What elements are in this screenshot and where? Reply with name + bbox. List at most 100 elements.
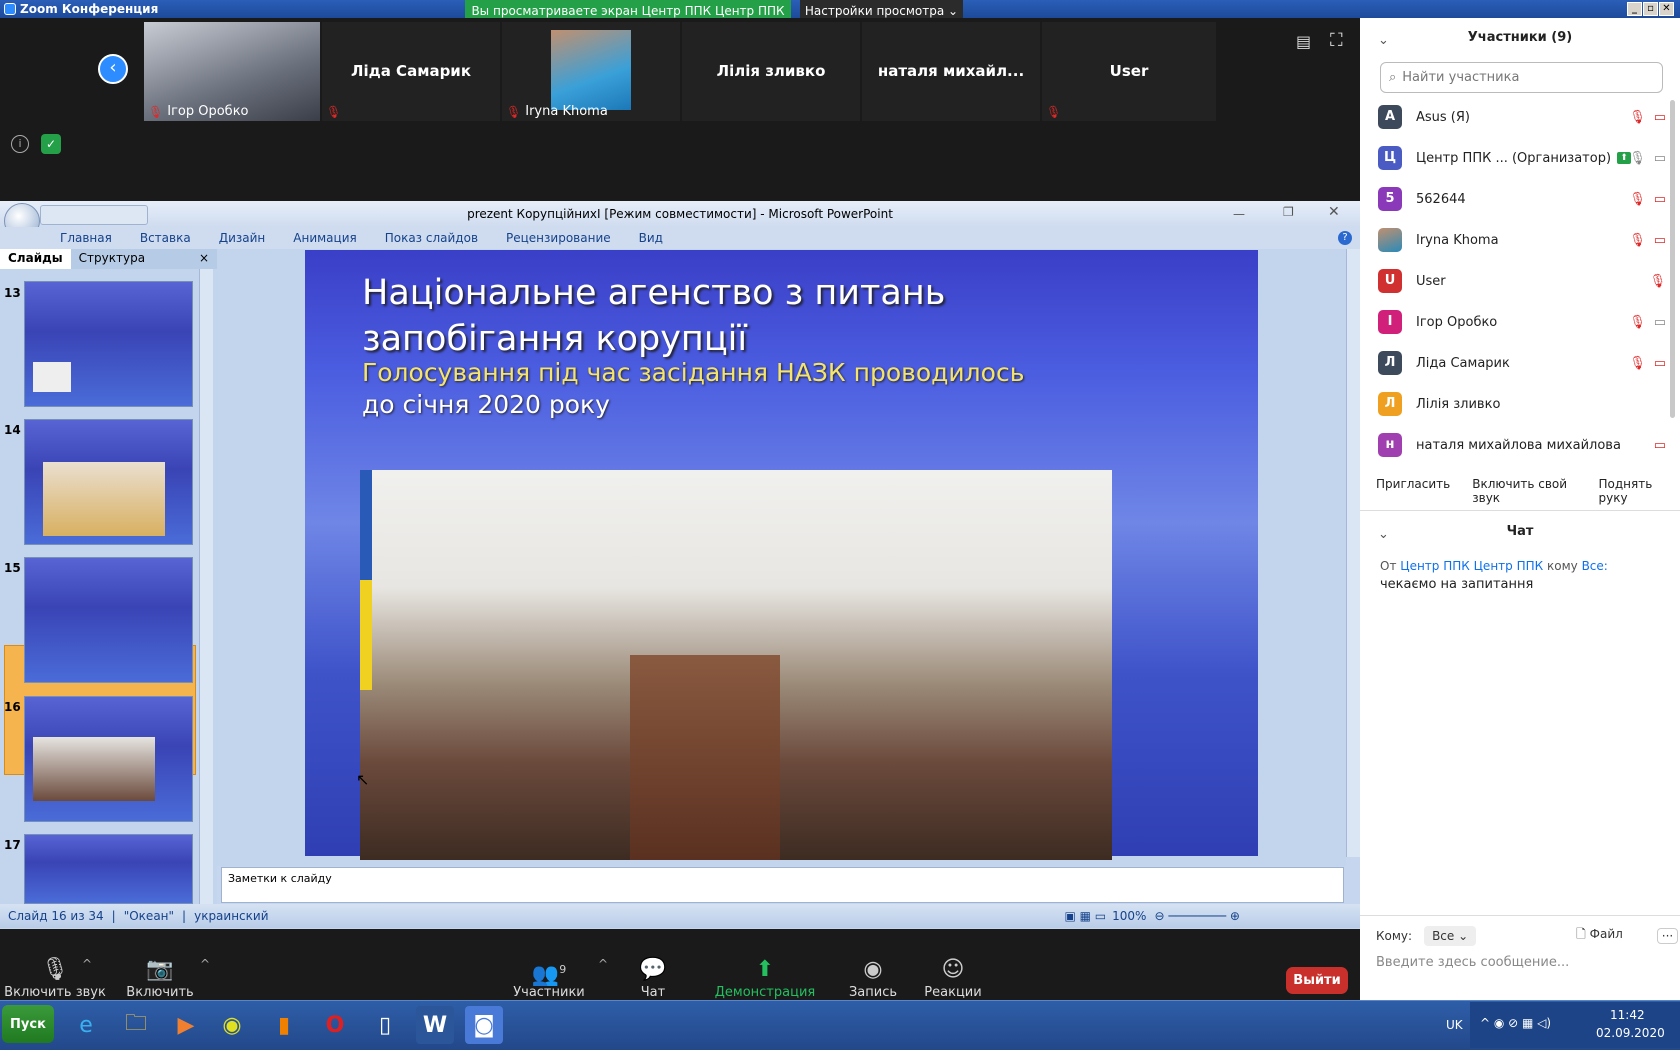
menu-review[interactable]: Рецензирование xyxy=(506,231,611,245)
participant-search-input[interactable]: ⌕ Найти участника xyxy=(1380,62,1663,93)
file-icon[interactable]: ▯ xyxy=(366,1006,404,1044)
tray-icons[interactable]: ^ ◉ ⊘ ▦ ◁) xyxy=(1480,1016,1551,1030)
participant-row[interactable]: Л Лілія зливко xyxy=(1378,388,1668,420)
chat-sender[interactable]: Центр ППК Центр ППК xyxy=(1400,559,1543,573)
video-tile[interactable]: Ліда Самарик 🎙 xyxy=(322,22,500,121)
video-tile[interactable]: 🎙 Ігор Оробко xyxy=(144,22,320,121)
lang-indicator[interactable]: UK xyxy=(1446,1018,1463,1032)
video-tile[interactable]: 🎙 Iryna Khoma xyxy=(502,22,680,121)
tab-slides[interactable]: Слайды xyxy=(0,249,71,269)
participant-row[interactable]: І Ігор Оробко 🎙 ▭ xyxy=(1378,306,1668,338)
tab-outline[interactable]: Структура xyxy=(71,249,153,269)
chrome-icon[interactable]: ◉ xyxy=(213,1006,251,1044)
mic-muted-icon: 🎙 xyxy=(1629,191,1646,207)
minimize-button[interactable]: _ xyxy=(1627,2,1642,16)
menu-animation[interactable]: Анимация xyxy=(293,231,356,245)
chat-button[interactable]: 💬 Чат xyxy=(598,955,708,1000)
chevron-up-icon[interactable]: ^ xyxy=(82,957,92,971)
zoom-slider[interactable]: ⊖ ──────── ⊕ xyxy=(1154,909,1240,923)
participants-scrollbar[interactable] xyxy=(1670,100,1675,418)
menu-view[interactable]: Вид xyxy=(639,231,663,245)
view-buttons[interactable]: ▣ ▦ ▭ xyxy=(1064,909,1106,923)
participant-row[interactable]: U User 🎙 xyxy=(1378,265,1668,297)
gallery-layout-icon[interactable]: ▤ xyxy=(1296,32,1311,51)
word-icon[interactable]: W xyxy=(416,1006,454,1044)
language: украинский xyxy=(194,909,269,923)
ppt-restore-button[interactable]: ❐ xyxy=(1283,205,1294,219)
video-tile[interactable]: Лілія зливко xyxy=(682,22,860,121)
slide-thumbnail[interactable] xyxy=(24,419,193,545)
participant-name: наталя михайлова михайлова xyxy=(1416,437,1621,453)
avatar xyxy=(1378,228,1402,252)
participant-row[interactable]: 5 562644 🎙 ▭ xyxy=(1378,183,1668,215)
to-prefix: кому xyxy=(1546,559,1578,573)
unmute-self-button[interactable]: Включить свой звук xyxy=(1466,475,1582,505)
panel-tabs: Слайды Структура × xyxy=(0,249,217,269)
ppt-close-button[interactable]: ✕ xyxy=(1328,204,1340,220)
ie-icon[interactable]: e xyxy=(67,1006,105,1044)
mic-muted-icon: 🎙 xyxy=(326,105,342,119)
prev-page-button[interactable]: ‹ xyxy=(98,54,128,84)
mic-muted-icon: 🎙 xyxy=(1629,314,1646,330)
app-icon[interactable]: ▮ xyxy=(265,1006,303,1044)
slide-number: 14 xyxy=(4,423,21,437)
tile-label: 🎙 xyxy=(326,105,341,119)
quick-access-toolbar[interactable] xyxy=(40,205,148,225)
menu-home[interactable]: Главная xyxy=(60,231,112,245)
participant-name: User xyxy=(1416,273,1446,289)
chevron-up-icon[interactable]: ^ xyxy=(200,957,210,971)
leave-button[interactable]: Выйти xyxy=(1286,967,1348,994)
close-icon[interactable]: × xyxy=(191,249,217,269)
recipient-select[interactable]: Все ⌄ xyxy=(1424,925,1477,946)
file-button[interactable]: 🗋 Файл xyxy=(1576,925,1623,946)
slide-thumbnail[interactable] xyxy=(24,557,193,683)
slide-thumbnail[interactable] xyxy=(24,281,193,407)
menu-insert[interactable]: Вставка xyxy=(140,231,191,245)
slide-scrollbar[interactable] xyxy=(1346,249,1360,857)
fullscreen-icon[interactable]: ⛶ xyxy=(1330,30,1343,51)
divider xyxy=(1360,510,1680,511)
reactions-button[interactable]: ☺ Реакции xyxy=(898,955,1008,1000)
slide-thumbnail[interactable] xyxy=(24,696,193,822)
participant-row[interactable]: A Asus (Я) 🎙 ▭ xyxy=(1378,101,1668,133)
participants-header: Участники (9) xyxy=(1467,30,1573,45)
shield-icon[interactable]: ✓ xyxy=(41,134,61,154)
participant-row[interactable]: н наталя михайлова михайлова ▭ xyxy=(1378,429,1668,461)
mic-muted-icon: 🎙 xyxy=(1046,105,1062,119)
menu-design[interactable]: Дизайн xyxy=(219,231,266,245)
participant-status: 🎙 ▭ xyxy=(1629,192,1666,207)
search-placeholder: Найти участника xyxy=(1402,70,1520,85)
participants-button[interactable]: 👥9 Участники xyxy=(494,955,604,1000)
participant-row[interactable]: Л Ліда Самарик 🎙 ▭ xyxy=(1378,347,1668,379)
chat-recipient-row: Кому: Все ⌄ 🗋 Файл ··· xyxy=(1376,925,1679,946)
video-tile[interactable]: наталя михайл... xyxy=(862,22,1040,121)
media-player-icon[interactable]: ▶ xyxy=(167,1006,205,1044)
participant-row[interactable]: Ц Центр ППК ... (Организатор) ⬆ 🎙 ▭ xyxy=(1378,142,1668,174)
zoom-level: 100% xyxy=(1112,909,1147,923)
participant-row[interactable]: Iryna Khoma 🎙 ▭ xyxy=(1378,224,1668,256)
participants-label: Участники xyxy=(513,985,585,1000)
participant-actions: Пригласить Включить свой звук Поднять ру… xyxy=(1370,475,1676,505)
ppt-minimize-button[interactable]: — xyxy=(1233,207,1245,221)
menu-slideshow[interactable]: Показ слайдов xyxy=(385,231,478,245)
video-tile[interactable]: User 🎙 xyxy=(1042,22,1216,121)
invite-button[interactable]: Пригласить xyxy=(1370,475,1456,497)
panel-scrollbar[interactable] xyxy=(199,269,213,909)
close-button[interactable]: ✕ xyxy=(1659,2,1674,16)
folder-icon[interactable]: 🗀 xyxy=(117,1006,155,1044)
raise-hand-button[interactable]: Поднять руку xyxy=(1593,475,1676,505)
unmute-button[interactable]: 🎙 Включить звук xyxy=(0,955,110,1000)
more-icon[interactable]: ··· xyxy=(1656,927,1679,944)
avatar: Ц xyxy=(1378,146,1402,170)
help-icon[interactable]: ? xyxy=(1338,231,1352,245)
maximize-button[interactable]: ▫ xyxy=(1643,2,1658,16)
slide-thumbnail[interactable] xyxy=(24,834,193,904)
zoom-icon[interactable]: ◙ xyxy=(465,1006,503,1044)
notes-field[interactable]: Заметки к слайду xyxy=(221,867,1344,903)
opera-icon[interactable]: O xyxy=(316,1006,354,1044)
avatar: U xyxy=(1378,269,1402,293)
chat-input[interactable]: Введите здесь сообщение... xyxy=(1376,955,1569,970)
start-button[interactable]: Пуск xyxy=(2,1005,54,1043)
info-icon[interactable]: i xyxy=(11,135,29,153)
slide-number: 16 xyxy=(4,700,21,714)
